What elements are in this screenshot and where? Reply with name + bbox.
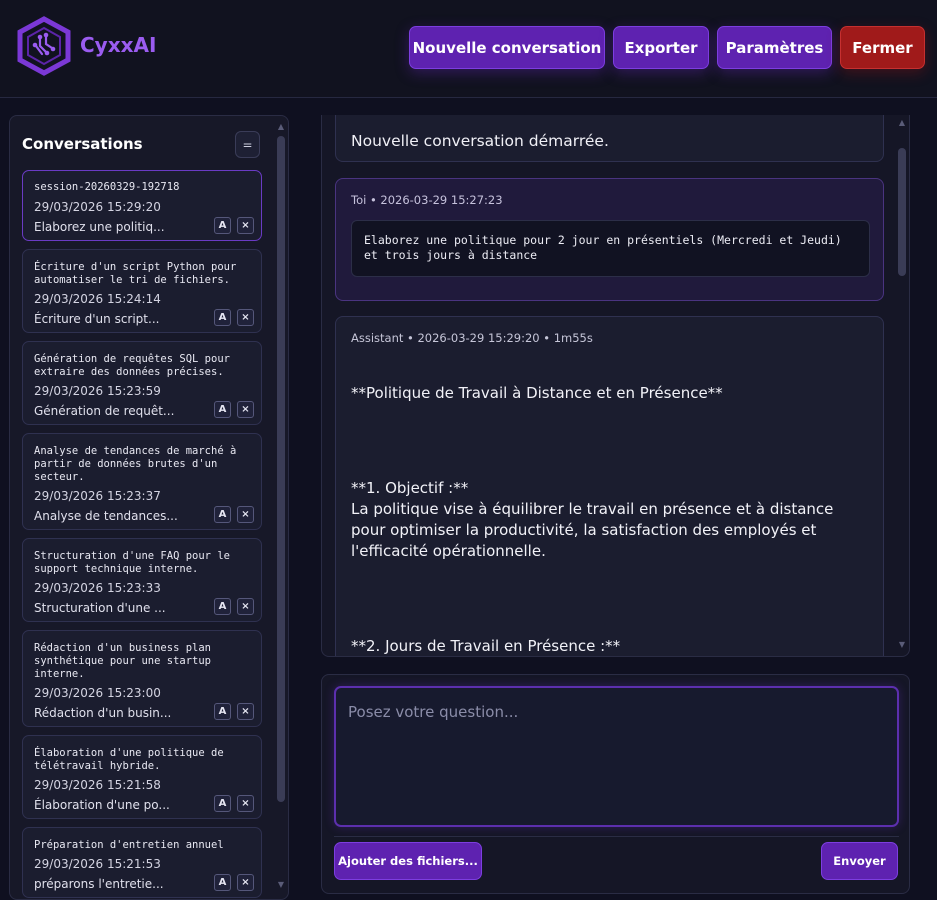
rename-icon[interactable]: A <box>214 506 231 523</box>
user-message-meta: Toi • 2026-03-29 15:27:23 <box>351 193 503 207</box>
conversation-item[interactable]: Analyse de tendances de marché à partir … <box>22 433 262 530</box>
delete-icon[interactable]: × <box>237 703 254 720</box>
conversation-date: 29/03/2026 15:23:00 <box>34 686 161 700</box>
user-message: Toi • 2026-03-29 15:27:23 Elaborez une p… <box>335 178 884 301</box>
user-message-text: Elaborez une politique pour 2 jour en pr… <box>351 220 870 277</box>
sidebar-menu-icon[interactable]: = <box>235 131 260 158</box>
system-message: Nouvelle conversation démarrée. <box>335 115 884 162</box>
conversation-item[interactable]: Rédaction d'un business plan synthétique… <box>22 630 262 727</box>
export-button[interactable]: Exporter <box>613 26 709 69</box>
chat-area: Nouvelle conversation démarrée. Toi • 20… <box>321 115 910 657</box>
conversation-preview: Structuration d'une ... <box>34 601 166 615</box>
conversation-item[interactable]: session-20260329-192718 29/03/2026 15:29… <box>22 170 262 241</box>
new-conversation-button[interactable]: Nouvelle conversation <box>409 26 605 69</box>
scroll-up-icon[interactable]: ▲ <box>896 118 908 127</box>
settings-button[interactable]: Paramètres <box>717 26 832 69</box>
scrollbar-thumb[interactable] <box>277 136 285 802</box>
app-header: CyxxAI Nouvelle conversation Exporter Pa… <box>0 0 937 98</box>
send-button[interactable]: Envoyer <box>821 842 898 880</box>
delete-icon[interactable]: × <box>237 874 254 891</box>
conversation-item[interactable]: Structuration d'une FAQ pour le support … <box>22 538 262 622</box>
delete-icon[interactable]: × <box>237 309 254 326</box>
conversation-title: session-20260329-192718 <box>34 181 180 193</box>
assistant-section-title: **1. Objectif :** <box>351 479 469 497</box>
rename-icon[interactable]: A <box>214 598 231 615</box>
rename-icon[interactable]: A <box>214 401 231 418</box>
scroll-down-icon[interactable]: ▼ <box>896 640 908 649</box>
conversation-preview: préparons l'entretie... <box>34 877 164 891</box>
delete-icon[interactable]: × <box>237 795 254 812</box>
delete-icon[interactable]: × <box>237 598 254 615</box>
conversation-preview: Analyse de tendances... <box>34 509 178 523</box>
conversation-title: Génération de requêtes SQL pour extraire… <box>34 353 230 378</box>
conversation-preview: Elaborez une politiq... <box>34 220 165 234</box>
conversation-title: Analyse de tendances de marché à partir … <box>34 445 237 483</box>
add-files-button[interactable]: Ajouter des fichiers... <box>334 842 482 880</box>
scroll-up-icon[interactable]: ▲ <box>276 122 286 131</box>
conversation-date: 29/03/2026 15:23:33 <box>34 581 161 595</box>
rename-icon[interactable]: A <box>214 795 231 812</box>
rename-icon[interactable]: A <box>214 874 231 891</box>
conversation-item[interactable]: Écriture d'un script Python pour automat… <box>22 249 262 333</box>
conversation-title: Écriture d'un script Python pour automat… <box>34 261 237 286</box>
conversation-date: 29/03/2026 15:23:37 <box>34 489 161 503</box>
assistant-section-title: **2. Jours de Travail en Présence :** <box>351 637 621 655</box>
conversation-title: Élaboration d'une politique de télétrava… <box>34 747 224 772</box>
conversation-date: 29/03/2026 15:23:59 <box>34 384 161 398</box>
assistant-message: Assistant • 2026-03-29 15:29:20 • 1m55s … <box>335 316 884 656</box>
sidebar-title: Conversations <box>22 135 143 153</box>
conversation-title: Structuration d'une FAQ pour le support … <box>34 550 230 575</box>
conversation-preview: Génération de requêt... <box>34 404 175 418</box>
conversation-date: 29/03/2026 15:24:14 <box>34 292 161 306</box>
conversation-item[interactable]: Élaboration d'une politique de télétrava… <box>22 735 262 819</box>
conversation-item[interactable]: Préparation d'entretien annuel 29/03/202… <box>22 827 262 898</box>
rename-icon[interactable]: A <box>214 217 231 234</box>
sidebar-scrollbar[interactable]: ▲ ▼ <box>276 122 286 892</box>
rename-icon[interactable]: A <box>214 703 231 720</box>
assistant-heading: **Politique de Travail à Distance et en … <box>351 384 723 402</box>
composer: Ajouter des fichiers... Envoyer <box>321 674 910 894</box>
conversation-date: 29/03/2026 15:21:58 <box>34 778 161 792</box>
system-message-text: Nouvelle conversation démarrée. <box>351 132 609 150</box>
conversation-preview: Rédaction d'un busin... <box>34 706 172 720</box>
chat-scrollbar[interactable]: ▲ ▼ <box>896 118 908 654</box>
delete-icon[interactable]: × <box>237 217 254 234</box>
scrollbar-thumb[interactable] <box>898 148 906 276</box>
circuit-hexagon-logo-icon <box>16 16 72 76</box>
app-title: CyxxAI <box>80 33 157 57</box>
delete-icon[interactable]: × <box>237 401 254 418</box>
conversation-title: Rédaction d'un business plan synthétique… <box>34 642 212 680</box>
assistant-section-body: La politique vise à équilibrer le travai… <box>351 500 834 560</box>
conversation-date: 29/03/2026 15:29:20 <box>34 200 161 214</box>
conversation-preview: Élaboration d'une po... <box>34 798 170 812</box>
question-input[interactable] <box>334 686 899 827</box>
conversation-item[interactable]: Génération de requêtes SQL pour extraire… <box>22 341 262 425</box>
close-button[interactable]: Fermer <box>840 26 925 69</box>
conversation-title: Préparation d'entretien annuel <box>34 839 224 851</box>
rename-icon[interactable]: A <box>214 309 231 326</box>
conversations-sidebar: Conversations = session-20260329-192718 … <box>9 115 289 900</box>
conversation-preview: Écriture d'un script... <box>34 312 160 326</box>
assistant-message-meta: Assistant • 2026-03-29 15:29:20 • 1m55s <box>351 331 593 345</box>
delete-icon[interactable]: × <box>237 506 254 523</box>
conversation-date: 29/03/2026 15:21:53 <box>34 857 161 871</box>
scroll-down-icon[interactable]: ▼ <box>276 880 286 889</box>
divider <box>334 836 899 837</box>
